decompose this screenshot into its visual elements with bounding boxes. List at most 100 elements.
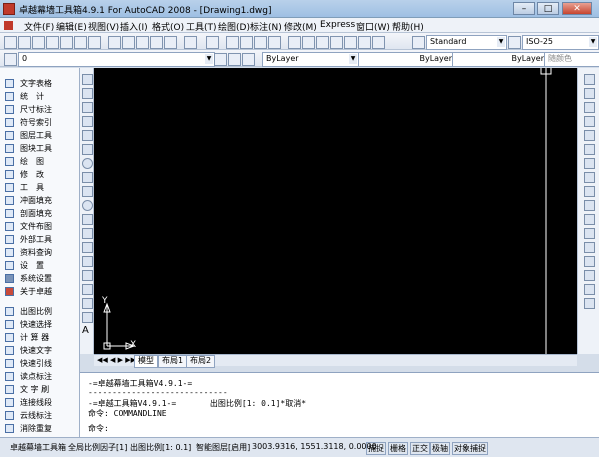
chamfer-icon[interactable]	[584, 270, 595, 281]
maximize-button[interactable]: □	[537, 2, 559, 15]
layer-select[interactable]: 0 ▼	[18, 52, 215, 67]
tab-layout2[interactable]: 布局2	[186, 355, 216, 368]
sidebar-item-about[interactable]: 关于卓越	[0, 284, 80, 298]
spline-icon[interactable]	[82, 186, 93, 197]
menu-format[interactable]: 格式(O)	[152, 20, 184, 33]
stretch-icon[interactable]	[584, 186, 595, 197]
status-smart-layer[interactable]: 智能图层[启用]	[196, 442, 250, 453]
menu-dimension[interactable]: 标注(N)	[250, 20, 282, 33]
zoom-previous-icon[interactable]	[268, 36, 281, 49]
revcloud-icon[interactable]	[82, 172, 93, 183]
sidebar-item-layers[interactable]: 图层工具	[0, 128, 80, 142]
pan-icon[interactable]	[226, 36, 239, 49]
dimstyle-select[interactable]: ISO-25 ▼	[522, 35, 599, 50]
sidebar-item-external[interactable]: 外部工具	[0, 232, 80, 246]
sidebar-item-draw[interactable]: 绘 图	[0, 154, 80, 168]
mirror-icon[interactable]	[584, 102, 595, 113]
new-icon[interactable]	[4, 36, 17, 49]
sidebar-item-quick-select[interactable]: 快速选择	[0, 317, 80, 331]
sidebar-item-settings[interactable]: 设 置	[0, 258, 80, 272]
lineweight-select[interactable]: ByLayer▼	[452, 52, 557, 67]
textstyle-select[interactable]: Standard ▼	[426, 35, 507, 50]
sidebar-item-tools[interactable]: 工 具	[0, 180, 80, 194]
erase-icon[interactable]	[584, 74, 595, 85]
trim-icon[interactable]	[584, 200, 595, 211]
sidebar-item-quick-text[interactable]: 快速文字	[0, 343, 80, 357]
status-grid[interactable]: 栅格	[388, 442, 408, 455]
command-window[interactable]: -=卓越幕墙工具箱V4.9.1-= ----------------------…	[80, 372, 599, 437]
ellipse-icon[interactable]	[82, 200, 93, 211]
sidebar-item-layout[interactable]: 文件布图	[0, 219, 80, 233]
sidebar-item-hatch[interactable]: 剖面填充	[0, 206, 80, 220]
doc-icon[interactable]	[4, 21, 13, 30]
calc-icon[interactable]	[358, 36, 371, 49]
sidebar-item-blocks[interactable]: 图块工具	[0, 141, 80, 155]
sidebar-item-stats[interactable]: 统 计	[0, 89, 80, 103]
offset-icon[interactable]	[584, 116, 595, 127]
status-osnap[interactable]: 对象捕捉	[452, 442, 488, 455]
menu-help[interactable]: 帮助(H)	[392, 20, 424, 33]
menu-insert[interactable]: 插入(I)	[120, 20, 148, 33]
region-icon[interactable]	[82, 298, 93, 309]
menu-view[interactable]: 视图(V)	[88, 20, 119, 33]
status-snap[interactable]: 捕捉	[366, 442, 386, 455]
cut-icon[interactable]	[108, 36, 121, 49]
ellipse-arc-icon[interactable]	[82, 214, 93, 225]
insert-block-icon[interactable]	[82, 228, 93, 239]
tab-nav-arrows[interactable]: ◀◀ ◀ ▶ ▶▶	[97, 356, 136, 364]
layer-manager-icon[interactable]	[4, 53, 17, 66]
line-icon[interactable]	[82, 74, 93, 85]
status-global-scale[interactable]: 全局比例因子[1]	[68, 442, 127, 453]
sidebar-item-reference[interactable]: 资料查询	[0, 245, 80, 259]
paste-icon[interactable]	[136, 36, 149, 49]
explode-icon[interactable]	[584, 298, 595, 309]
mtext-icon[interactable]: A	[82, 326, 91, 336]
scale-icon[interactable]	[584, 172, 595, 183]
designcenter-icon[interactable]	[302, 36, 315, 49]
toolpalette-icon[interactable]	[316, 36, 329, 49]
3dprint-icon[interactable]	[88, 36, 101, 49]
sidebar-item-system[interactable]: 系统设置	[0, 271, 80, 285]
drawing-canvas[interactable]: Y X	[94, 68, 577, 354]
sidebar-item-calculator[interactable]: 计 算 器	[0, 330, 80, 344]
menu-express[interactable]: Express	[320, 20, 355, 30]
rotate-icon[interactable]	[584, 158, 595, 169]
zoom-realtime-icon[interactable]	[240, 36, 253, 49]
array-icon[interactable]	[584, 130, 595, 141]
minimize-button[interactable]: –	[513, 2, 535, 15]
layer-state-icon[interactable]	[242, 53, 255, 66]
sidebar-item-modify[interactable]: 修 改	[0, 167, 80, 181]
sidebar-item-join-lines[interactable]: 连接线段	[0, 395, 80, 409]
close-button[interactable]: ✕	[562, 2, 592, 15]
menu-tools[interactable]: 工具(T)	[186, 20, 217, 33]
tab-model[interactable]: 模型	[134, 355, 158, 368]
gradient-icon[interactable]	[82, 284, 93, 295]
sidebar-item-plot-scale[interactable]: 出图比例	[0, 304, 80, 318]
publish-icon[interactable]	[74, 36, 87, 49]
menu-window[interactable]: 窗口(W)	[356, 20, 390, 33]
rectangle-icon[interactable]	[82, 130, 93, 141]
join-icon[interactable]	[584, 256, 595, 267]
status-polar[interactable]: 极轴	[430, 442, 450, 455]
status-plot-scale[interactable]: 出图比例[1: 0.1]	[130, 442, 191, 453]
properties-icon[interactable]	[288, 36, 301, 49]
sheetset-icon[interactable]	[330, 36, 343, 49]
sidebar-item-dimension[interactable]: 尺寸标注	[0, 102, 80, 116]
copy-object-icon[interactable]	[584, 88, 595, 99]
redo-icon[interactable]	[206, 36, 219, 49]
menu-modify[interactable]: 修改(M)	[284, 20, 317, 33]
plotstyle-select[interactable]: 随颜色	[544, 52, 599, 67]
plot-icon[interactable]	[46, 36, 59, 49]
fillet-icon[interactable]	[584, 284, 595, 295]
zoom-window-icon[interactable]	[254, 36, 267, 49]
linetype-select[interactable]: ByLayer▼	[358, 52, 465, 67]
markup-icon[interactable]	[344, 36, 357, 49]
break-point-icon[interactable]	[584, 228, 595, 239]
make-current-icon[interactable]	[214, 53, 227, 66]
point-icon[interactable]	[82, 256, 93, 267]
help-icon[interactable]	[372, 36, 385, 49]
status-ortho[interactable]: 正交	[410, 442, 430, 455]
polygon-icon[interactable]	[82, 116, 93, 127]
extend-icon[interactable]	[584, 214, 595, 225]
sidebar-item-cloud[interactable]: 云线标注	[0, 408, 80, 422]
